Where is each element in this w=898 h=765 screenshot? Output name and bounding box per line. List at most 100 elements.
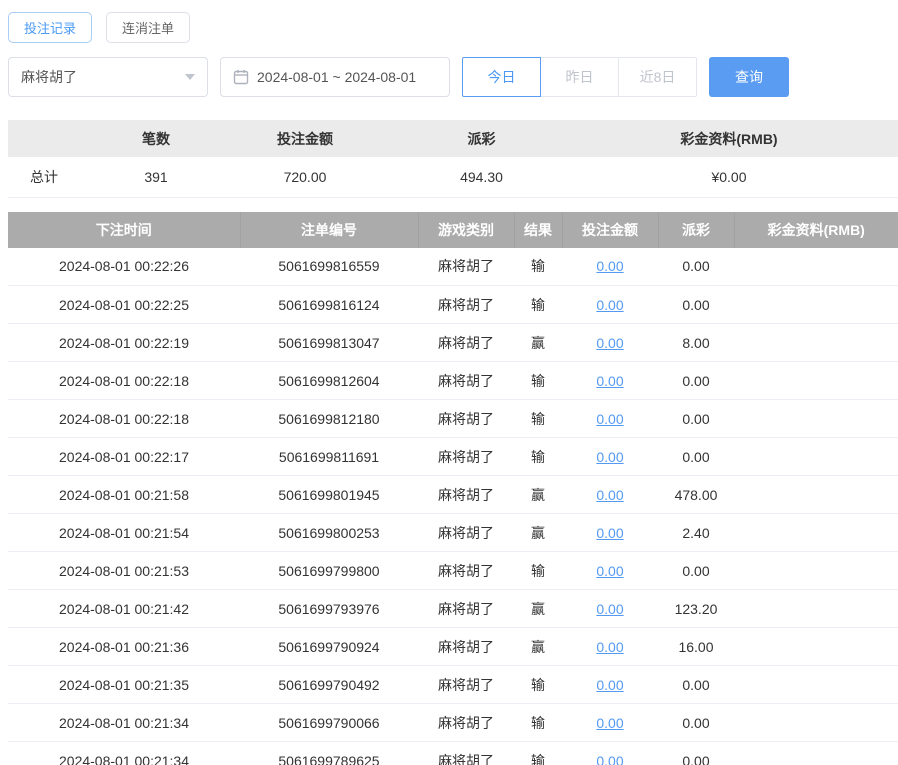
cell-bonus	[734, 742, 898, 765]
cell-game-type: 麻将胡了	[418, 476, 514, 514]
table-row: 2024-08-01 00:22:255061699816124麻将胡了输0.0…	[8, 286, 898, 324]
cell-bonus	[734, 438, 898, 476]
cell-order-id: 5061699790924	[240, 628, 418, 666]
today-button[interactable]: 今日	[462, 57, 541, 97]
cell-result: 输	[514, 742, 562, 765]
bet-amount-link[interactable]: 0.00	[596, 487, 623, 503]
bet-amount-link[interactable]: 0.00	[596, 258, 623, 274]
cell-result: 输	[514, 400, 562, 438]
cell-game-type: 麻将胡了	[418, 514, 514, 552]
cell-payout: 0.00	[658, 438, 734, 476]
cell-bet-time: 2024-08-01 00:22:25	[8, 286, 240, 324]
bet-amount-link[interactable]: 0.00	[596, 373, 623, 389]
game-type-select-value: 麻将胡了	[21, 67, 77, 87]
summary-header-empty	[8, 120, 105, 157]
cell-game-type: 麻将胡了	[418, 628, 514, 666]
cell-payout: 8.00	[658, 324, 734, 362]
search-button[interactable]: 查询	[709, 57, 789, 97]
cell-result: 赢	[514, 514, 562, 552]
cell-bet-time: 2024-08-01 00:21:58	[8, 476, 240, 514]
table-row: 2024-08-01 00:21:425061699793976麻将胡了赢0.0…	[8, 590, 898, 628]
cell-bet-amount: 0.00	[562, 742, 658, 765]
cell-bet-amount: 0.00	[562, 628, 658, 666]
summary-header-count: 笔数	[105, 120, 207, 157]
cell-bonus	[734, 704, 898, 742]
table-row: 2024-08-01 00:22:265061699816559麻将胡了输0.0…	[8, 248, 898, 286]
cell-bet-time: 2024-08-01 00:22:18	[8, 400, 240, 438]
cell-game-type: 麻将胡了	[418, 248, 514, 286]
cell-result: 输	[514, 362, 562, 400]
cell-payout: 16.00	[658, 628, 734, 666]
cell-bet-amount: 0.00	[562, 476, 658, 514]
bet-amount-link[interactable]: 0.00	[596, 449, 623, 465]
cell-bet-amount: 0.00	[562, 704, 658, 742]
summary-total-label: 总计	[8, 157, 105, 197]
last-8-days-button[interactable]: 近8日	[618, 57, 697, 97]
cell-bet-time: 2024-08-01 00:21:35	[8, 666, 240, 704]
table-row: 2024-08-01 00:21:365061699790924麻将胡了赢0.0…	[8, 628, 898, 666]
bet-amount-link[interactable]: 0.00	[596, 411, 623, 427]
cell-bet-time: 2024-08-01 00:22:18	[8, 362, 240, 400]
cell-result: 赢	[514, 628, 562, 666]
bet-amount-link[interactable]: 0.00	[596, 335, 623, 351]
table-row: 2024-08-01 00:21:355061699790492麻将胡了输0.0…	[8, 666, 898, 704]
bet-amount-link[interactable]: 0.00	[596, 753, 623, 765]
bet-amount-link[interactable]: 0.00	[596, 297, 623, 313]
cell-bonus	[734, 476, 898, 514]
cell-payout: 0.00	[658, 248, 734, 286]
table-row: 2024-08-01 00:21:345061699789625麻将胡了输0.0…	[8, 742, 898, 765]
column-header: 游戏类别	[418, 212, 514, 248]
column-header: 下注时间	[8, 212, 240, 248]
cell-game-type: 麻将胡了	[418, 590, 514, 628]
cell-bet-amount: 0.00	[562, 248, 658, 286]
cell-order-id: 5061699813047	[240, 324, 418, 362]
cell-bet-amount: 0.00	[562, 552, 658, 590]
cell-order-id: 5061699812180	[240, 400, 418, 438]
cell-bonus	[734, 362, 898, 400]
cell-bonus	[734, 248, 898, 286]
cell-order-id: 5061699799800	[240, 552, 418, 590]
cell-bet-time: 2024-08-01 00:21:34	[8, 704, 240, 742]
bet-amount-link[interactable]: 0.00	[596, 639, 623, 655]
table-row: 2024-08-01 00:21:585061699801945麻将胡了赢0.0…	[8, 476, 898, 514]
bet-amount-link[interactable]: 0.00	[596, 525, 623, 541]
yesterday-button[interactable]: 昨日	[540, 57, 619, 97]
summary-total-count: 391	[105, 157, 207, 197]
game-type-select[interactable]: 麻将胡了	[8, 57, 208, 97]
cell-bet-amount: 0.00	[562, 514, 658, 552]
cell-payout: 123.20	[658, 590, 734, 628]
cell-bet-amount: 0.00	[562, 666, 658, 704]
column-header: 注单编号	[240, 212, 418, 248]
summary-header-bonus: 彩金资料(RMB)	[560, 120, 898, 157]
cell-order-id: 5061699790066	[240, 704, 418, 742]
cell-bet-time: 2024-08-01 00:21:34	[8, 742, 240, 765]
date-range-input[interactable]: 2024-08-01 ~ 2024-08-01	[220, 57, 450, 97]
tab-betting-records[interactable]: 投注记录	[8, 12, 92, 43]
cell-bonus	[734, 324, 898, 362]
chevron-down-icon	[185, 74, 195, 80]
tab-cancelled-orders[interactable]: 连消注单	[106, 12, 190, 43]
cell-order-id: 5061699816559	[240, 248, 418, 286]
tabs-bar: 投注记录 连消注单	[8, 12, 890, 43]
bet-amount-link[interactable]: 0.00	[596, 563, 623, 579]
cell-result: 输	[514, 438, 562, 476]
cell-payout: 0.00	[658, 552, 734, 590]
cell-order-id: 5061699793976	[240, 590, 418, 628]
bet-amount-link[interactable]: 0.00	[596, 715, 623, 731]
bet-amount-link[interactable]: 0.00	[596, 601, 623, 617]
summary-total-bonus: ¥0.00	[560, 157, 898, 197]
cell-game-type: 麻将胡了	[418, 286, 514, 324]
table-row: 2024-08-01 00:22:185061699812604麻将胡了输0.0…	[8, 362, 898, 400]
summary-total-payout: 494.30	[403, 157, 560, 197]
table-row: 2024-08-01 00:22:195061699813047麻将胡了赢0.0…	[8, 324, 898, 362]
cell-game-type: 麻将胡了	[418, 362, 514, 400]
summary-total-bet-amount: 720.00	[207, 157, 403, 197]
cell-order-id: 5061699801945	[240, 476, 418, 514]
cell-bonus	[734, 514, 898, 552]
bet-amount-link[interactable]: 0.00	[596, 677, 623, 693]
cell-payout: 478.00	[658, 476, 734, 514]
cell-bet-time: 2024-08-01 00:21:42	[8, 590, 240, 628]
cell-order-id: 5061699789625	[240, 742, 418, 765]
cell-bonus	[734, 666, 898, 704]
cell-order-id: 5061699800253	[240, 514, 418, 552]
